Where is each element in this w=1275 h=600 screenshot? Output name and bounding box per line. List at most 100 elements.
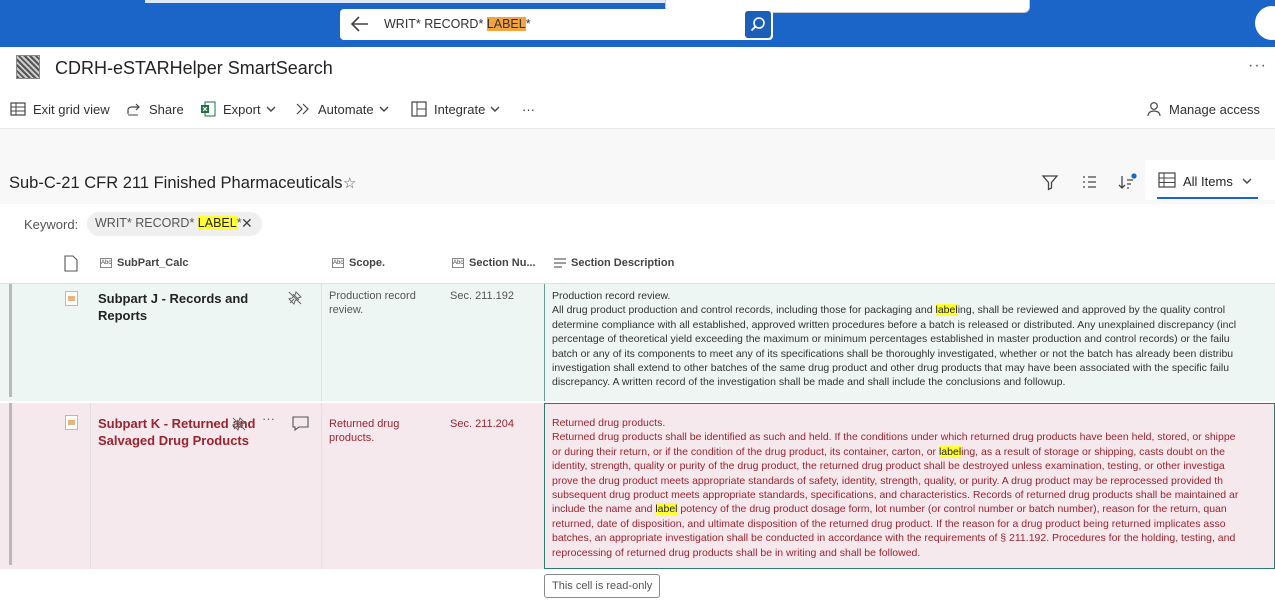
column-header-section-number[interactable]: Abc Section Nu... <box>452 257 536 269</box>
text-type-icon: Abc <box>100 258 112 268</box>
section-description-cell[interactable]: Returned drug products. Returned drug pr… <box>552 416 1275 560</box>
top-strip <box>145 0 665 3</box>
back-arrow-icon[interactable] <box>350 15 370 33</box>
row-more-icon[interactable]: ··· <box>262 411 275 426</box>
manage-access-label: Manage access <box>1169 101 1261 117</box>
excel-icon <box>201 101 216 117</box>
comment-icon[interactable] <box>292 416 309 431</box>
file-icon <box>65 415 78 430</box>
text-type-icon: Abc <box>332 258 344 268</box>
description-line: identity, strength, quality or purity of… <box>552 460 1225 473</box>
grid-header: Abc SubPart_Calc Abc Scope. Abc Section Nu.… <box>0 244 1275 284</box>
search-highlight: LABEL <box>486 17 526 31</box>
person-icon <box>1147 102 1161 117</box>
more-commands-button[interactable]: ··· <box>522 99 535 119</box>
more-horizontal-icon[interactable]: ··· <box>1248 57 1267 75</box>
section-number-cell[interactable]: Sec. 211.192 <box>450 289 514 303</box>
read-only-tooltip: This cell is read-only <box>544 574 660 598</box>
chevron-down-icon <box>379 106 389 112</box>
share-icon <box>127 103 140 116</box>
grid-icon <box>10 102 26 116</box>
multiline-text-icon <box>554 258 566 268</box>
file-icon <box>65 291 78 306</box>
description-line: determine compliance with all establishe… <box>552 318 1237 331</box>
description-line: subsequent drug product meets appropriat… <box>552 489 1239 502</box>
table-row[interactable]: Subpart K - Returned and Salvaged Drug P… <box>0 403 1275 569</box>
integrate-icon <box>411 101 427 117</box>
share-label: Share <box>149 101 184 117</box>
exit-grid-view-button[interactable]: Exit grid view <box>10 99 110 119</box>
flow-icon <box>296 103 309 115</box>
view-underline <box>1157 197 1258 199</box>
automate-label: Automate <box>318 101 374 117</box>
description-line: discrepancy. A written record of the inv… <box>552 376 1066 389</box>
keyword-highlight: label <box>935 304 958 317</box>
chevron-down-icon <box>490 106 500 112</box>
site-title[interactable]: CDRH-eSTARHelper SmartSearch <box>55 58 333 79</box>
section-number-cell[interactable]: Sec. 211.204 <box>450 417 514 431</box>
search-box[interactable]: WRIT* RECORD* LABEL* <box>340 9 773 40</box>
list-title: Sub-C-21 CFR 211 Finished Pharmaceutical… <box>9 174 343 192</box>
filter-icon[interactable] <box>1040 172 1060 192</box>
pin-off-icon[interactable] <box>288 291 302 305</box>
column-header-scope[interactable]: Abc Scope. <box>332 257 385 269</box>
group-by-icon[interactable] <box>1079 172 1099 192</box>
automate-button[interactable]: Automate <box>295 99 389 119</box>
column-header-section-description[interactable]: Section Description <box>554 257 674 269</box>
description-line: batches, an appropriate investigation sh… <box>552 532 1236 545</box>
command-bar: Exit grid view Share Export Automate Int… <box>0 89 1275 129</box>
table-view-icon <box>1158 172 1176 188</box>
column-divider <box>90 403 91 569</box>
description-line: include the name and label potency of th… <box>552 503 1227 516</box>
description-line: or during their return, or if the condit… <box>552 445 1225 458</box>
keyword-highlight: label <box>938 445 962 458</box>
column-header-subpart[interactable]: Abc SubPart_Calc <box>100 257 189 269</box>
column-divider <box>321 403 322 569</box>
chip-highlight: LABEL <box>197 216 237 230</box>
table-row[interactable]: Subpart J - Records and Reports Producti… <box>0 284 1275 401</box>
row-marker <box>9 284 12 397</box>
section-description-cell[interactable]: Production record review. All drug produ… <box>552 289 1275 390</box>
exit-grid-label: Exit grid view <box>33 101 110 117</box>
keyword-highlight: label <box>655 503 678 516</box>
sort-icon[interactable] <box>1117 172 1137 192</box>
description-line: All drug product production and control … <box>552 304 1226 317</box>
favorite-star-icon[interactable]: ☆ <box>343 174 356 192</box>
scope-cell[interactable]: Returned drug products. <box>329 417 429 445</box>
close-icon[interactable]: ✕ <box>241 215 253 232</box>
keyword-chip[interactable]: WRIT* RECORD* LABEL* ✕ <box>87 212 262 236</box>
description-line: returned, date of disposition, and ultim… <box>552 517 1226 530</box>
description-line: reprocessing of returned drug products s… <box>552 546 921 559</box>
manage-access-button[interactable]: Manage access <box>1146 99 1260 119</box>
search-query[interactable]: WRIT* RECORD* LABEL* <box>384 17 531 31</box>
view-header: Sub-C-21 CFR 211 Finished Pharmaceutical… <box>0 160 1275 204</box>
scope-cell[interactable]: Production record review. <box>329 289 439 317</box>
export-label: Export <box>223 101 261 117</box>
view-switcher[interactable]: All Items <box>1145 160 1275 200</box>
description-line: investigation shall extend to other batc… <box>552 362 1230 375</box>
keyword-bar: Keyword: WRIT* RECORD* LABEL* ✕ <box>0 204 1275 244</box>
description-line: batch or any of its components to meet a… <box>552 347 1234 360</box>
data-grid: Abc SubPart_Calc Abc Scope. Abc Section Nu.… <box>0 244 1275 600</box>
chevron-down-icon <box>266 106 276 112</box>
search-icon <box>750 17 765 32</box>
description-title: Returned drug products. <box>552 417 666 429</box>
site-logo <box>16 55 40 79</box>
top-bar: WRIT* RECORD* LABEL* <box>0 0 1275 47</box>
integrate-button[interactable]: Integrate <box>411 99 500 119</box>
document-icon <box>64 255 78 272</box>
view-name: All Items <box>1183 174 1233 189</box>
description-title: Production record review. <box>552 290 671 302</box>
share-button[interactable]: Share <box>126 99 184 119</box>
search-button[interactable] <box>745 11 771 38</box>
description-line: percentage of theoretical yield exceedin… <box>552 333 1230 346</box>
column-divider <box>321 284 322 401</box>
profile-avatar[interactable] <box>1255 6 1275 40</box>
site-header: CDRH-eSTARHelper SmartSearch ··· <box>0 47 1275 89</box>
description-line: Returned drug products shall be identifi… <box>552 431 1236 444</box>
pin-off-icon[interactable] <box>232 417 246 431</box>
subpart-cell[interactable]: Subpart J - Records and Reports <box>98 290 258 324</box>
export-button[interactable]: Export <box>200 99 276 119</box>
keyword-label: Keyword: <box>24 217 79 232</box>
chevron-down-icon <box>1242 178 1252 184</box>
